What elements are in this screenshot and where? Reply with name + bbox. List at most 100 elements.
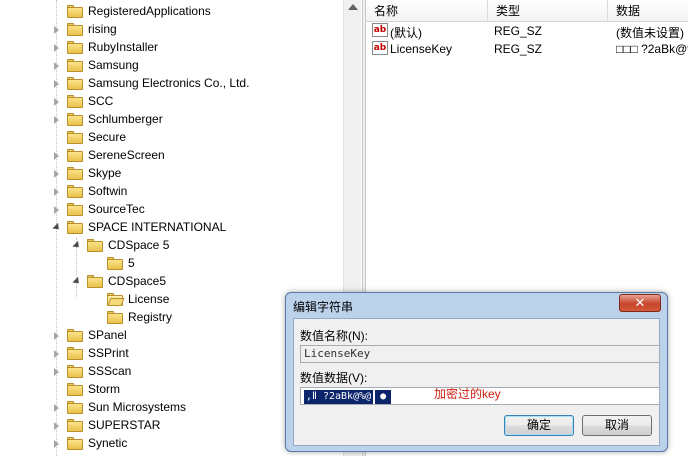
- tree-item-label: Samsung Electronics Co., Ltd.: [88, 76, 250, 90]
- folder-icon: [67, 22, 83, 36]
- tree-item[interactable]: Samsung Electronics Co., Ltd.: [52, 74, 249, 92]
- folder-icon: [67, 202, 83, 216]
- collapse-arrow-icon[interactable]: [72, 241, 81, 250]
- tree-item[interactable]: SSPrint: [52, 344, 129, 362]
- expand-arrow-icon[interactable]: [52, 403, 61, 412]
- tree-item-label: Secure: [88, 130, 127, 144]
- tree-item-label: CDSpace 5: [108, 238, 170, 252]
- tree-item[interactable]: Registry: [92, 308, 172, 326]
- tree-item-label: RegisteredApplications: [88, 4, 211, 18]
- tree-item[interactable]: 5: [92, 254, 135, 272]
- expand-arrow-icon[interactable]: [52, 349, 61, 358]
- tree-item[interactable]: Secure: [52, 128, 126, 146]
- tree-item-label: Skype: [88, 166, 122, 180]
- tree-item[interactable]: RubyInstaller: [52, 38, 158, 56]
- value-data: (数值未设置): [616, 26, 684, 40]
- folder-icon: [67, 328, 83, 342]
- tree-item-label: SUPERSTAR: [88, 418, 161, 432]
- expand-arrow-icon[interactable]: [52, 331, 61, 340]
- tree-item-label: SPACE INTERNATIONAL: [88, 220, 227, 234]
- tree-item[interactable]: License: [92, 290, 169, 308]
- value-row[interactable]: ab (默认) REG_SZ (数值未设置): [366, 22, 688, 40]
- scroll-up-arrow-icon[interactable]: [348, 4, 358, 10]
- dialog-titlebar[interactable]: 编辑字符串 ✕: [286, 293, 667, 317]
- selected-data-text: ,Ⅱ ?2aBk@%@: [304, 390, 374, 404]
- tree-item[interactable]: SPanel: [52, 326, 127, 344]
- tree-item[interactable]: RegisteredApplications: [52, 2, 211, 20]
- tree-item[interactable]: Storm: [52, 380, 120, 398]
- expand-arrow-icon[interactable]: [52, 97, 61, 106]
- collapse-arrow-icon[interactable]: [72, 277, 81, 286]
- expand-arrow-icon[interactable]: [52, 205, 61, 214]
- folder-icon: [107, 256, 123, 270]
- tree-item-label: SSPrint: [88, 346, 129, 360]
- value-name: LicenseKey: [390, 42, 453, 56]
- collapse-arrow-icon[interactable]: [52, 223, 61, 232]
- folder-icon: [67, 400, 83, 414]
- value-name-label: 数值名称(N):: [300, 329, 368, 343]
- tree-item-label: Schlumberger: [88, 112, 163, 126]
- expand-arrow-icon[interactable]: [52, 169, 61, 178]
- annotation-text: 加密过的key: [434, 387, 501, 401]
- folder-icon: [67, 346, 83, 360]
- tree-item[interactable]: SUPERSTAR: [52, 416, 160, 434]
- expand-arrow-icon[interactable]: [52, 25, 61, 34]
- values-header: 名称 类型 数据: [366, 0, 688, 22]
- tree-item[interactable]: Synetic: [52, 434, 127, 452]
- expand-arrow-icon[interactable]: [52, 439, 61, 448]
- tree-item[interactable]: rising: [52, 20, 117, 38]
- folder-icon: [107, 292, 125, 306]
- expand-arrow-icon[interactable]: [52, 151, 61, 160]
- tree-item[interactable]: SourceTec: [52, 200, 145, 218]
- tree-item[interactable]: SSScan: [52, 362, 131, 380]
- tree-item[interactable]: SereneScreen: [52, 146, 165, 164]
- tree-item[interactable]: CDSpace 5: [72, 236, 169, 254]
- folder-icon: [67, 166, 83, 180]
- tree-item-label: Samsung: [88, 58, 139, 72]
- close-button[interactable]: ✕: [619, 294, 661, 312]
- tree-item-label: Registry: [128, 310, 173, 324]
- expand-arrow-icon[interactable]: [52, 187, 61, 196]
- expand-arrow-icon[interactable]: [52, 421, 61, 430]
- folder-icon: [107, 310, 123, 324]
- string-value-icon: ab: [372, 41, 388, 55]
- folder-icon: [67, 436, 83, 450]
- tree-item[interactable]: CDSpace5: [72, 272, 166, 290]
- ok-button[interactable]: 确定: [504, 415, 574, 436]
- tree-item[interactable]: SCC: [52, 92, 113, 110]
- folder-icon: [67, 4, 83, 18]
- tree-item[interactable]: SPACE INTERNATIONAL: [52, 218, 226, 236]
- folder-icon: [67, 184, 83, 198]
- value-type: REG_SZ: [494, 24, 543, 38]
- expand-arrow-icon[interactable]: [52, 367, 61, 376]
- folder-icon: [67, 58, 83, 72]
- dialog-title: 编辑字符串: [293, 300, 354, 314]
- folder-icon: [67, 112, 83, 126]
- tree-item[interactable]: Softwin: [52, 182, 127, 200]
- column-header-name[interactable]: 名称: [366, 0, 488, 22]
- expand-arrow-icon[interactable]: [52, 79, 61, 88]
- tree-item[interactable]: Sun Microsystems: [52, 398, 186, 416]
- column-header-type[interactable]: 类型: [488, 0, 608, 22]
- tree-item[interactable]: Skype: [52, 164, 121, 182]
- expand-arrow-icon[interactable]: [52, 61, 61, 70]
- tree-item-label: SCC: [88, 94, 114, 108]
- column-header-data[interactable]: 数据: [608, 0, 688, 22]
- tree-item-label: SPanel: [88, 328, 127, 342]
- tree-item-label: Softwin: [88, 184, 128, 198]
- expand-arrow-icon[interactable]: [52, 115, 61, 124]
- tree-item-label: Synetic: [88, 436, 128, 450]
- folder-icon: [67, 40, 83, 54]
- folder-icon: [67, 148, 83, 162]
- value-name: (默认): [390, 26, 422, 40]
- tree-item-label: SourceTec: [88, 202, 145, 216]
- dialog-body: 数值名称(N): LicenseKey 数值数据(V): ,Ⅱ ?2aBk@%@…: [293, 318, 660, 446]
- value-row[interactable]: ab LicenseKey REG_SZ □□□ ?2aBk@%: [366, 40, 688, 58]
- tree-item[interactable]: Samsung: [52, 56, 139, 74]
- tree-item[interactable]: Schlumberger: [52, 110, 163, 128]
- expand-arrow-icon[interactable]: [52, 43, 61, 52]
- tree-item-label: RubyInstaller: [88, 40, 159, 54]
- folder-icon: [67, 220, 83, 234]
- tree-item-label: 5: [128, 256, 135, 270]
- cancel-button[interactable]: 取消: [582, 415, 652, 436]
